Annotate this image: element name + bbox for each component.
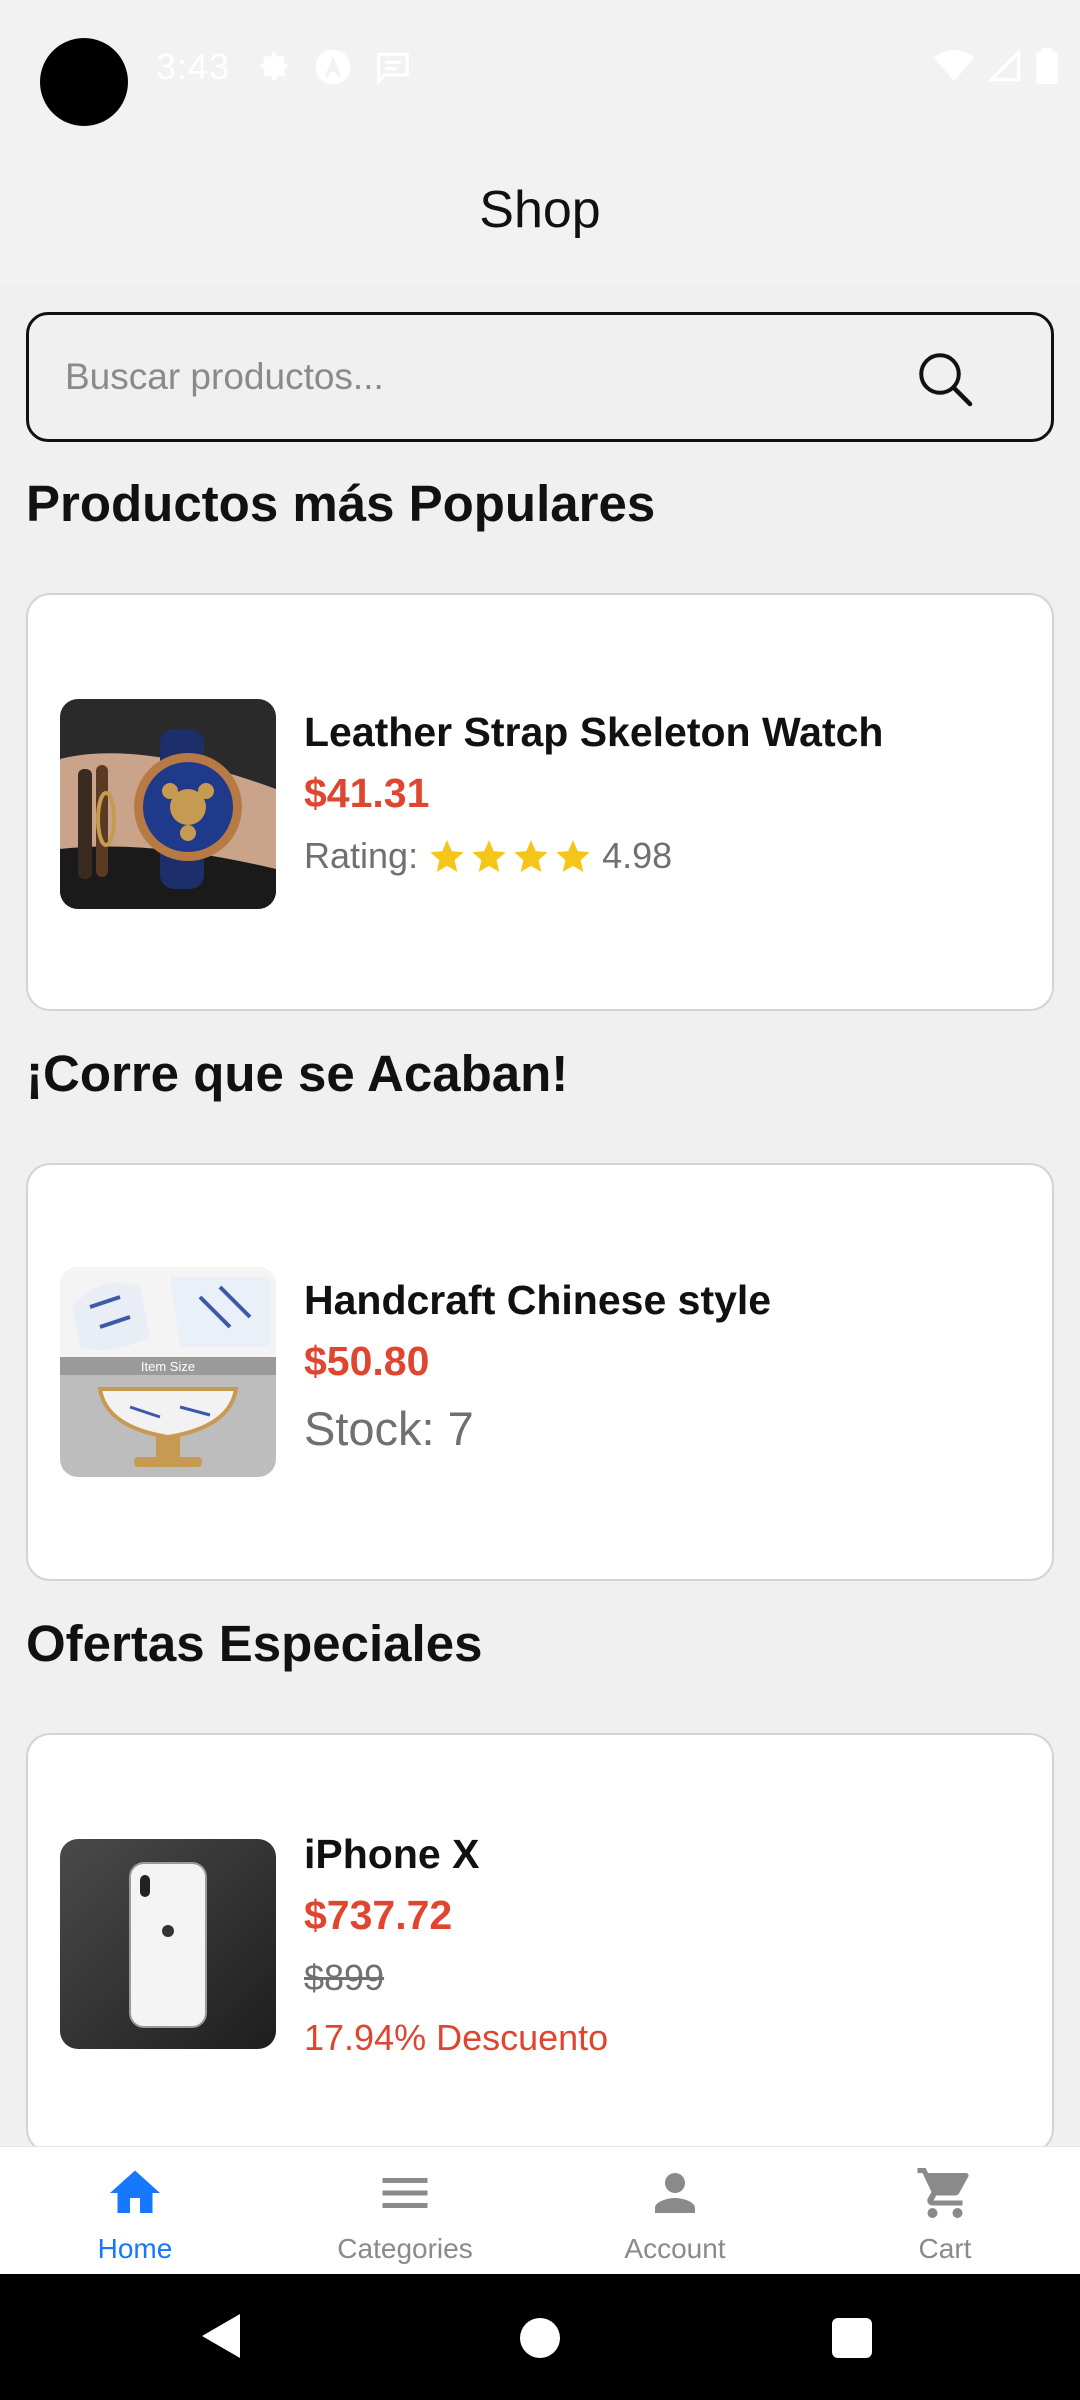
search-input[interactable] xyxy=(65,315,905,439)
search-icon[interactable] xyxy=(915,349,975,409)
nav-label[interactable]: Categories xyxy=(337,2233,472,2265)
nav-item-account[interactable]: Account xyxy=(540,2147,810,2274)
product-info-chinese: Handcraft Chinese style $50.80 Stock: 7 xyxy=(304,1277,771,1456)
product-info-watch: Leather Strap Skeleton Watch $41.31 Rati… xyxy=(304,709,883,877)
product-name[interactable]: Leather Strap Skeleton Watch xyxy=(304,709,883,756)
status-time: 3:43 xyxy=(156,46,231,87)
system-status-icons xyxy=(934,48,1058,89)
rating-label: Rating: xyxy=(304,835,419,876)
home-icon[interactable] xyxy=(105,2163,165,2223)
product-name[interactable]: Handcraft Chinese style xyxy=(304,1277,771,1324)
person-icon[interactable] xyxy=(645,2163,705,2223)
product-card-iphone[interactable]: iPhone X $737.72 $899 17.94% Descuento xyxy=(26,1733,1054,2153)
message-icon xyxy=(374,48,412,91)
star-icon xyxy=(430,840,464,872)
system-navigation-bar xyxy=(0,2274,1080,2400)
product-image-iphone[interactable] xyxy=(60,1839,276,2049)
nav-label[interactable]: Home xyxy=(98,2233,173,2265)
image-caption: Item Size xyxy=(141,1359,195,1374)
stock-count: Stock: 7 xyxy=(304,1402,474,1455)
star-icon xyxy=(514,840,548,872)
wifi-icon xyxy=(934,49,974,88)
menu-icon[interactable] xyxy=(375,2163,435,2223)
bottom-navigation: Home Categories Account Cart xyxy=(0,2146,1080,2274)
notification-icons xyxy=(256,48,412,91)
signal-icon xyxy=(987,48,1022,88)
camera-cutout xyxy=(40,38,128,126)
star-icon xyxy=(556,840,590,872)
product-image-chinese[interactable]: Item Size xyxy=(60,1267,276,1477)
cart-icon[interactable] xyxy=(915,2163,975,2223)
product-card-watch[interactable]: Leather Strap Skeleton Watch $41.31 Rati… xyxy=(26,593,1054,1011)
nav-label[interactable]: Cart xyxy=(919,2233,972,2265)
product-price: $41.31 xyxy=(304,770,430,816)
discount-label: 17.94% Descuento xyxy=(304,2017,609,2058)
star-icon xyxy=(472,840,506,872)
product-name[interactable]: iPhone X xyxy=(304,1831,608,1878)
nav-label[interactable]: Account xyxy=(624,2233,725,2265)
nav-item-home[interactable]: Home xyxy=(0,2147,270,2274)
app-header: Shop xyxy=(0,135,1080,285)
product-image-watch[interactable] xyxy=(60,699,276,909)
status-bar: 3:43 xyxy=(0,0,1080,135)
product-info-iphone: iPhone X $737.72 $899 17.94% Descuento xyxy=(304,1831,608,2059)
gear-icon xyxy=(256,48,292,91)
original-price: $899 xyxy=(304,1957,385,1998)
home-button-icon[interactable] xyxy=(520,2318,560,2358)
product-card-chinese[interactable]: Item Size Handcraft Chinese style $50.80… xyxy=(26,1163,1054,1581)
page-title: Shop xyxy=(479,181,601,239)
nav-item-cart[interactable]: Cart xyxy=(810,2147,1080,2274)
recents-icon[interactable] xyxy=(832,2318,872,2358)
search-bar[interactable] xyxy=(26,312,1054,442)
product-price: $737.72 xyxy=(304,1892,453,1938)
back-icon[interactable] xyxy=(200,2312,244,2360)
rating-value: 4.98 xyxy=(602,835,673,876)
rating-row: Rating: 4.98 xyxy=(304,835,883,877)
section-title-popular: Productos más Populares xyxy=(26,475,656,532)
product-price: $50.80 xyxy=(304,1338,430,1384)
a-logo-icon xyxy=(314,48,352,91)
battery-icon xyxy=(1036,48,1058,89)
section-title-offers: Ofertas Especiales xyxy=(26,1615,483,1672)
section-title-running-out: ¡Corre que se Acaban! xyxy=(26,1045,569,1102)
rating-stars xyxy=(428,837,592,875)
nav-item-categories[interactable]: Categories xyxy=(270,2147,540,2274)
